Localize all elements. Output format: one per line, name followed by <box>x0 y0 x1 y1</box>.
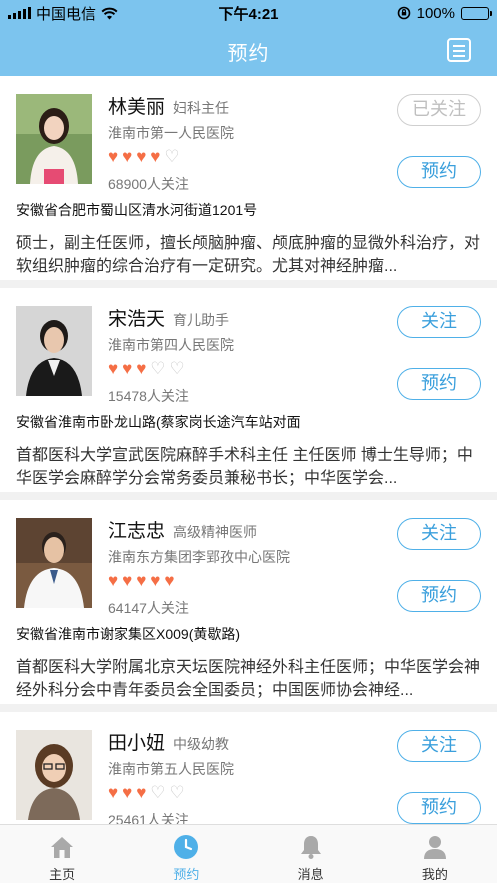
follow-button[interactable]: 关注 <box>397 730 481 762</box>
doctor-hospital: 淮南市第四人民医院 <box>108 337 234 353</box>
heart-filled-icon: ♥ <box>150 147 161 166</box>
home-icon <box>51 837 74 858</box>
doctor-avatar[interactable] <box>16 730 92 820</box>
bell-icon <box>300 836 321 859</box>
clock-icon <box>174 835 199 859</box>
heart-filled-icon: ♥ <box>122 571 133 590</box>
tab-label: 我的 <box>421 867 448 882</box>
signal-icon <box>8 7 31 19</box>
followed-button[interactable]: 已关注 <box>397 94 481 126</box>
tab-label: 主页 <box>49 867 76 882</box>
carrier-label: 中国电信 <box>36 5 97 23</box>
doctor-hospital: 淮南市第五人民医院 <box>108 761 234 777</box>
doctor-avatar[interactable] <box>16 518 92 608</box>
follow-button[interactable]: 关注 <box>397 306 481 338</box>
doctor-hospital: 淮南东方集团李郢孜中心医院 <box>108 549 290 565</box>
heart-filled-icon: ♥ <box>136 147 147 166</box>
follower-count: 68900人关注 <box>108 176 189 192</box>
heart-outline-icon: ♡ <box>150 783 166 802</box>
heart-outline-icon: ♡ <box>169 359 185 378</box>
heart-filled-icon: ♥ <box>108 147 119 166</box>
header: 中国电信 下午4:21 100% 预约 <box>0 0 497 76</box>
rotation-lock-icon <box>397 6 410 20</box>
doctor-description: 首都医科大学宣武医院麻醉手术科主任 主任医师 博士生导师；中华医学会麻醉学分会常… <box>16 447 473 487</box>
tab-label: 预约 <box>173 867 200 882</box>
battery-icon <box>461 6 492 20</box>
doctor-title: 育儿助手 <box>173 312 230 328</box>
heart-outline-icon: ♡ <box>164 147 180 166</box>
tab-label: 消息 <box>297 867 324 882</box>
heart-filled-icon: ♥ <box>136 359 147 378</box>
doctor-card: 林美丽 妇科主任 淮南市第一人民医院 ♥ ♥ ♥ ♥ ♡ 68900人关注 已关… <box>0 76 497 288</box>
heart-filled-icon: ♥ <box>122 147 133 166</box>
doctor-avatar[interactable] <box>16 94 92 184</box>
heart-filled-icon: ♥ <box>136 783 147 802</box>
doctor-card: 江志忠 高级精神医师 淮南东方集团李郢孜中心医院 ♥ ♥ ♥ ♥ ♥ 64147… <box>0 500 497 712</box>
book-button[interactable]: 预约 <box>397 580 481 612</box>
heart-filled-icon: ♥ <box>108 571 119 590</box>
heart-filled-icon: ♥ <box>164 571 175 590</box>
nav-bar: 预约 <box>0 26 497 76</box>
heart-filled-icon: ♥ <box>122 783 133 802</box>
doctor-title: 妇科主任 <box>173 100 230 116</box>
rating-hearts: ♥ ♥ ♥ ♡ ♡ <box>108 784 185 802</box>
wifi-icon <box>101 7 118 19</box>
doctor-avatar[interactable] <box>16 306 92 396</box>
page-title: 预约 <box>227 42 270 65</box>
doctor-hospital: 淮南市第一人民医院 <box>108 125 234 141</box>
book-button[interactable]: 预约 <box>397 156 481 188</box>
doctor-list[interactable]: 林美丽 妇科主任 淮南市第一人民医院 ♥ ♥ ♥ ♥ ♡ 68900人关注 已关… <box>0 76 497 824</box>
rating-hearts: ♥ ♥ ♥ ♥ ♡ <box>108 148 180 166</box>
doctor-name: 田小妞 <box>108 733 166 754</box>
heart-filled-icon: ♥ <box>136 571 147 590</box>
heart-filled-icon: ♥ <box>150 571 161 590</box>
heart-filled-icon: ♥ <box>108 359 119 378</box>
heart-outline-icon: ♡ <box>169 783 185 802</box>
book-button[interactable]: 预约 <box>397 792 481 824</box>
book-button[interactable]: 预约 <box>397 368 481 400</box>
follow-button[interactable]: 关注 <box>397 518 481 550</box>
doctor-description: 硕士，副主任医师，擅长颅脑肿瘤、颅底肿瘤的显微外科治疗，对软组织肿瘤的综合治疗有… <box>16 235 481 275</box>
doctor-address: 安徽省合肥市蜀山区清水河街道1201号 <box>16 202 258 218</box>
follower-count: 15478人关注 <box>108 388 189 404</box>
heart-filled-icon: ♥ <box>108 783 119 802</box>
doctor-address: 安徽省淮南市卧龙山路(蔡家岗长途汽车站对面 <box>16 414 301 430</box>
tab-messages[interactable]: 消息 <box>249 825 373 883</box>
doctor-description: 首都医科大学附属北京天坛医院神经外科主任医师；中华医学会神经外科分会中青年委员会… <box>16 659 481 699</box>
tab-booking[interactable]: 预约 <box>124 825 248 883</box>
follower-count: 25461人关注 <box>108 812 189 824</box>
tab-bar: 主页 预约 消息 我的 <box>0 824 497 883</box>
battery-percent: 100% <box>416 4 455 22</box>
follower-count: 64147人关注 <box>108 600 189 616</box>
rating-hearts: ♥ ♥ ♥ ♥ ♥ <box>108 572 174 590</box>
doctor-address: 安徽省淮南市谢家集区X009(黄歇路) <box>16 626 241 642</box>
heart-outline-icon: ♡ <box>150 359 166 378</box>
doctor-title: 高级精神医师 <box>173 524 258 540</box>
status-bar: 中国电信 下午4:21 100% <box>0 0 497 26</box>
list-menu-icon[interactable] <box>447 38 471 62</box>
doctor-card: 田小妞 中级幼教 淮南市第五人民医院 ♥ ♥ ♥ ♡ ♡ 25461人关注 关注… <box>0 712 497 824</box>
doctor-title: 中级幼教 <box>173 736 230 752</box>
person-icon <box>423 836 446 859</box>
doctor-name: 江志忠 <box>108 521 166 542</box>
doctor-name: 林美丽 <box>108 97 166 118</box>
tab-home[interactable]: 主页 <box>0 825 124 883</box>
rating-hearts: ♥ ♥ ♥ ♡ ♡ <box>108 360 185 378</box>
doctor-name: 宋浩天 <box>108 309 166 330</box>
heart-filled-icon: ♥ <box>122 359 133 378</box>
tab-profile[interactable]: 我的 <box>373 825 497 883</box>
doctor-card: 宋浩天 育儿助手 淮南市第四人民医院 ♥ ♥ ♥ ♡ ♡ 15478人关注 关注… <box>0 288 497 500</box>
